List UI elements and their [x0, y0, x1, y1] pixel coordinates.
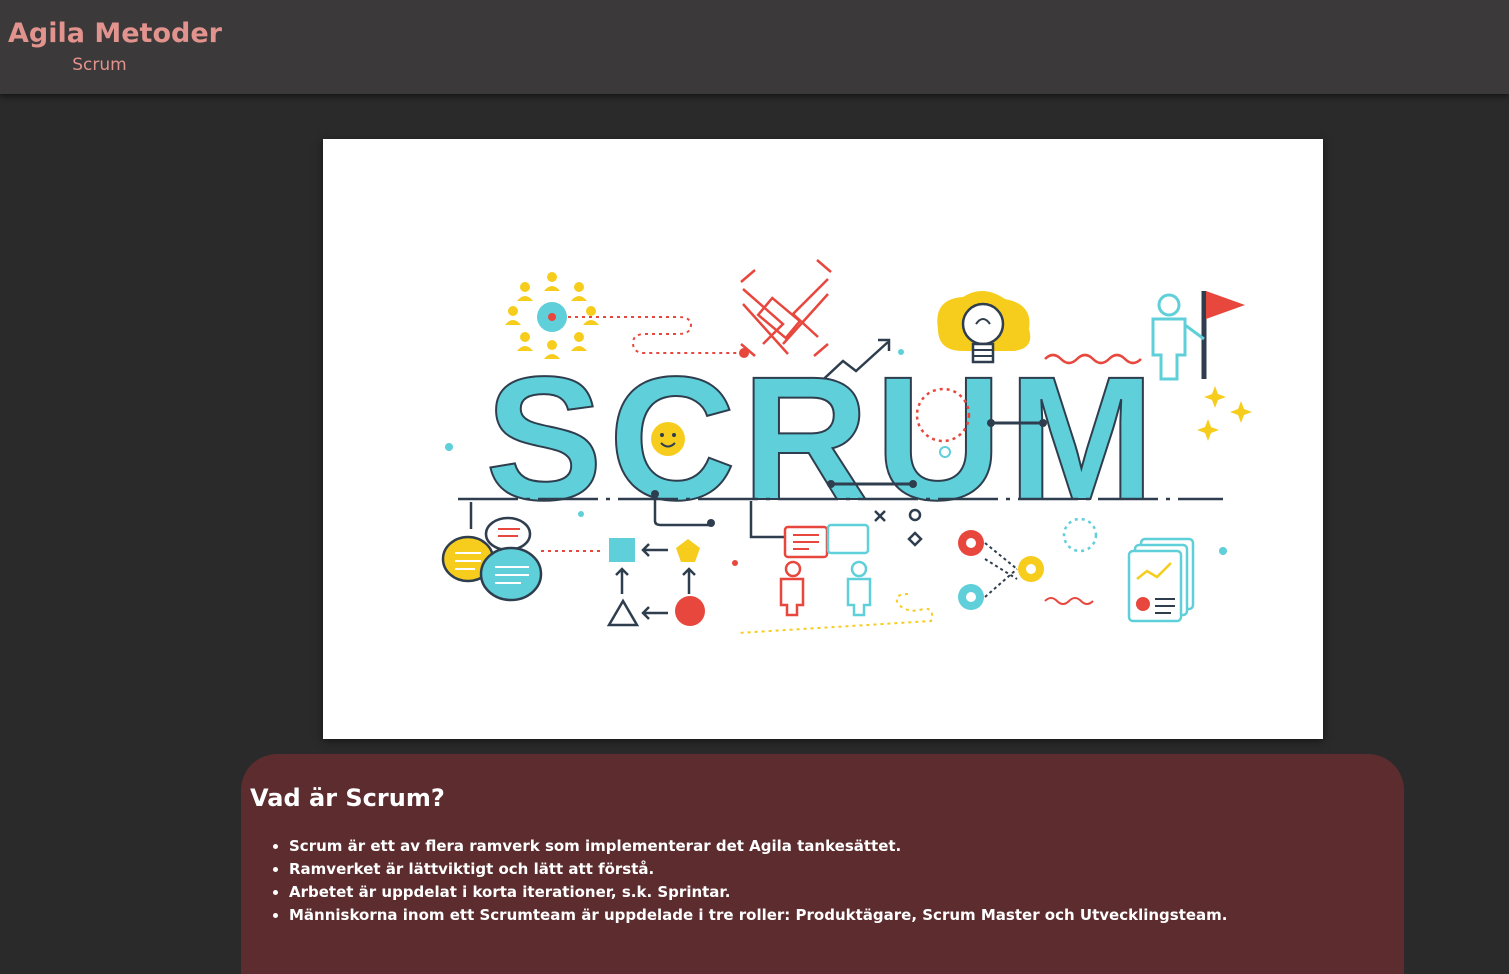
content-card: Vad är Scrum? Scrum är ett av flera ramv… — [241, 754, 1404, 974]
svg-text:SCRUM: SCRUM — [485, 341, 1160, 537]
report-icon — [1127, 537, 1227, 623]
section-heading: Vad är Scrum? — [250, 784, 445, 812]
site-title[interactable]: Agila Metoder — [8, 18, 222, 49]
scrum-wordmark: SCRUM — [484, 340, 1160, 538]
list-item: Människorna inom ett Scrumteam är uppdel… — [289, 904, 1228, 927]
flag-icon — [1151, 291, 1245, 381]
site-subtitle: Scrum — [72, 55, 127, 75]
scrum-illustration: SCRUM — [323, 139, 1323, 739]
list-item: Ramverket är lättviktigt och lätt att fö… — [289, 858, 1228, 881]
top-navbar: Agila Metoder Scrum — [0, 0, 1509, 94]
scrum-facts-list: Scrum är ett av flera ramverk som implem… — [289, 835, 1228, 927]
list-item: Arbetet är uppdelat i korta iterationer,… — [289, 881, 1228, 904]
list-item: Scrum är ett av flera ramverk som implem… — [289, 835, 1228, 858]
